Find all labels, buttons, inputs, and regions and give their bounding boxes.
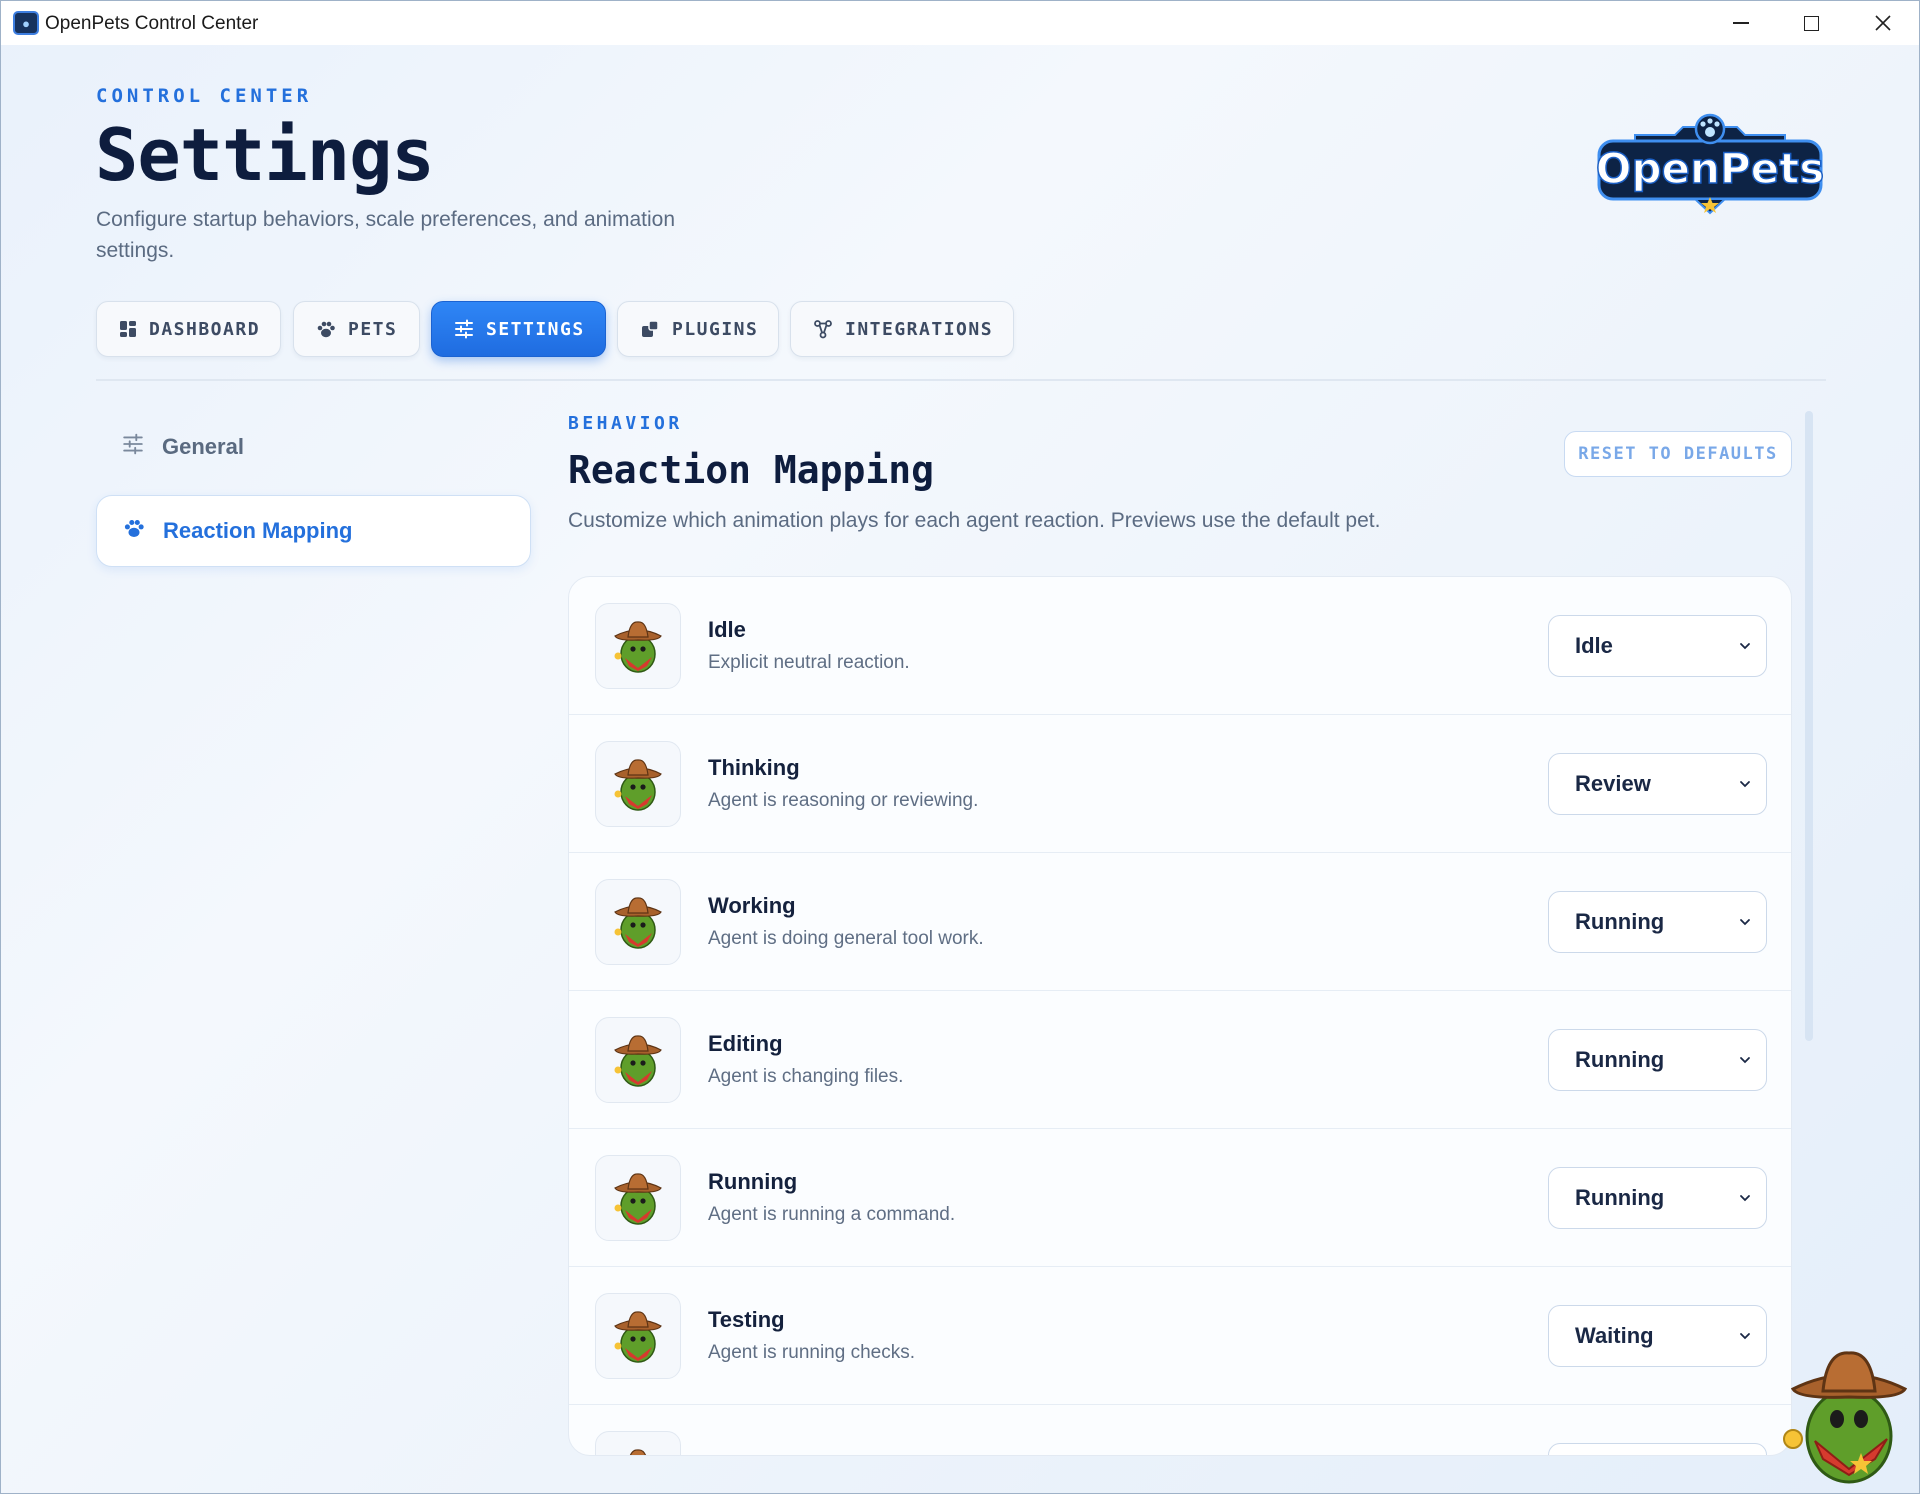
grid-icon xyxy=(119,319,137,339)
minimize-icon xyxy=(1733,22,1749,24)
sliders-icon xyxy=(122,433,144,461)
maximize-button[interactable] xyxy=(1775,1,1847,45)
reaction-name: Running xyxy=(708,1169,798,1194)
reaction-description: Agent is doing general tool work. xyxy=(708,928,984,949)
tab-label: PLUGINS xyxy=(672,318,759,340)
header-eyebrow: CONTROL CENTER xyxy=(96,85,313,107)
app-paw-icon: ● xyxy=(13,11,39,35)
reaction-row-partial xyxy=(569,1405,1791,1455)
reaction-list: Idle Explicit neutral reaction. Idle Thi… xyxy=(568,576,1792,1456)
tab-dashboard[interactable]: DASHBOARD xyxy=(96,301,281,357)
chevron-down-icon xyxy=(1740,1195,1750,1202)
tab-pets[interactable]: PETS xyxy=(293,301,420,357)
reaction-name: Thinking xyxy=(708,755,800,780)
select-value: Running xyxy=(1575,909,1665,934)
pet-preview xyxy=(595,1155,681,1241)
reaction-description: Explicit neutral reaction. xyxy=(708,652,910,673)
chevron-down-icon xyxy=(1740,1057,1750,1064)
puzzle-icon xyxy=(640,319,660,339)
scrollbar[interactable] xyxy=(1805,411,1813,1041)
reaction-row: Working Agent is doing general tool work… xyxy=(569,853,1791,991)
reaction-name: Working xyxy=(708,893,796,918)
close-button[interactable] xyxy=(1847,1,1919,45)
section-eyebrow: BEHAVIOR xyxy=(568,413,683,434)
pet-preview xyxy=(595,603,681,689)
tab-label: INTEGRATIONS xyxy=(845,318,994,340)
reaction-description: Agent is running checks. xyxy=(708,1342,916,1363)
reaction-name: Testing xyxy=(708,1307,785,1332)
sidebar-item-reaction-mapping[interactable]: Reaction Mapping xyxy=(96,495,531,567)
tab-plugins[interactable]: PLUGINS xyxy=(617,301,779,357)
animation-select[interactable]: Waiting xyxy=(1548,1305,1767,1367)
tab-label: DASHBOARD xyxy=(149,318,261,340)
pet-preview xyxy=(595,1017,681,1103)
tab-settings[interactable]: SETTINGS xyxy=(431,301,606,357)
animation-select[interactable]: Running xyxy=(1548,891,1767,953)
openpets-logo: OpenPets xyxy=(1595,113,1825,215)
title-bar: ● OpenPets Control Center xyxy=(1,1,1919,45)
minimize-button[interactable] xyxy=(1705,1,1777,45)
page-subtitle: Configure startup behaviors, scale prefe… xyxy=(96,208,675,262)
reaction-description: Agent is running a command. xyxy=(708,1204,956,1225)
pet-preview xyxy=(595,879,681,965)
tab-label: SETTINGS xyxy=(486,318,585,340)
reset-to-defaults-button[interactable]: RESET TO DEFAULTS xyxy=(1564,431,1792,477)
close-icon xyxy=(1875,15,1891,31)
sidebar-item-label: Reaction Mapping xyxy=(163,518,353,543)
chevron-down-icon xyxy=(1740,919,1750,926)
maximize-icon xyxy=(1803,15,1819,31)
pet-preview xyxy=(595,1431,681,1455)
section-description: Customize which animation plays for each… xyxy=(568,509,1381,532)
animation-select[interactable]: Review xyxy=(1548,753,1767,815)
page-title: Settings xyxy=(95,113,435,197)
reaction-name: Editing xyxy=(708,1031,783,1056)
select-value: Running xyxy=(1575,1047,1665,1072)
logo-text: OpenPets xyxy=(1596,144,1825,193)
sidebar-item-general[interactable]: General xyxy=(96,411,531,483)
reaction-row: Thinking Agent is reasoning or reviewing… xyxy=(569,715,1791,853)
reaction-row: Testing Agent is running checks. Waiting xyxy=(569,1267,1791,1405)
tab-integrations[interactable]: INTEGRATIONS xyxy=(790,301,1014,357)
nodes-icon xyxy=(813,319,833,339)
sliders-icon xyxy=(454,319,474,339)
chevron-down-icon xyxy=(1740,643,1750,650)
reaction-description: Agent is changing files. xyxy=(708,1066,904,1087)
tab-label: PETS xyxy=(348,318,398,340)
animation-select[interactable]: Running xyxy=(1548,1167,1767,1229)
animation-select[interactable]: Running xyxy=(1548,1029,1767,1091)
select-value: Waiting xyxy=(1575,1323,1654,1348)
chevron-down-icon xyxy=(1740,1333,1750,1340)
reaction-description: Agent is reasoning or reviewing. xyxy=(708,790,979,811)
chevron-down-icon xyxy=(1740,781,1750,788)
sidebar-item-label: General xyxy=(162,434,244,459)
app-window: ● OpenPets Control Center CONTROL CENTER… xyxy=(0,0,1920,1494)
reaction-row: Idle Explicit neutral reaction. Idle xyxy=(569,577,1791,715)
animation-select[interactable]: Idle xyxy=(1548,615,1767,677)
select-value: Review xyxy=(1575,771,1651,796)
paw-icon xyxy=(316,319,336,339)
reaction-row: Running Agent is running a command. Runn… xyxy=(569,1129,1791,1267)
select-value: Running xyxy=(1575,1185,1665,1210)
cactus-cowboy-pet[interactable] xyxy=(1779,1341,1909,1486)
header-divider xyxy=(96,379,1826,381)
reaction-row: Editing Agent is changing files. Running xyxy=(569,991,1791,1129)
window-title: OpenPets Control Center xyxy=(45,13,259,34)
reaction-name: Idle xyxy=(708,617,746,642)
paw-icon xyxy=(123,517,145,545)
select-value: Idle xyxy=(1575,633,1613,658)
pet-preview xyxy=(595,741,681,827)
pet-preview xyxy=(595,1293,681,1379)
animation-select[interactable] xyxy=(1548,1443,1767,1455)
section-title: Reaction Mapping xyxy=(568,448,935,492)
